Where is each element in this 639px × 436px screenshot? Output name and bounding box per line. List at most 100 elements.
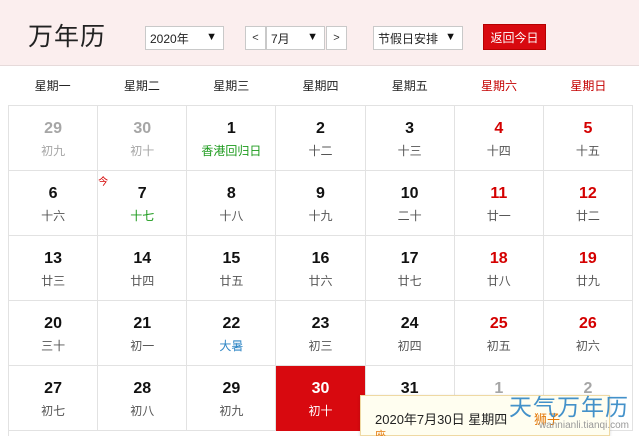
weekday-label: 星期五: [391, 79, 428, 93]
day-number: 25: [489, 315, 508, 332]
calendar-day-cell[interactable]: 18 廿八: [455, 236, 544, 301]
calendar-day-cell[interactable]: 12 廿二: [544, 171, 633, 236]
calendar-grid: 29 初九 30 初十 1 香港回归日 2 十二 3 十三 4 十四 5 十五 6 十六 今 7 十七 8 十八 9 十九 1…: [8, 106, 633, 436]
year-select-value: 2020年: [150, 31, 189, 46]
calendar-day-cell[interactable]: 25 初五: [455, 301, 544, 366]
calendar-day-cell[interactable]: 24 初四: [366, 301, 455, 366]
calendar-day-cell[interactable]: 1 香港回归日: [187, 106, 277, 171]
weekday-label: 星期一: [34, 79, 71, 93]
day-number: 10: [400, 185, 419, 202]
calendar-day-cell[interactable]: 27 初七: [9, 366, 99, 431]
day-number: 4: [494, 120, 504, 137]
calendar-day-cell[interactable]: 2 十二: [276, 106, 366, 171]
prev-month-button[interactable]: <: [245, 26, 266, 50]
calendar-day-cell[interactable]: 28 初八: [98, 366, 188, 431]
calendar-day-cell[interactable]: 20 三十: [9, 301, 99, 366]
day-number: 22: [222, 315, 241, 332]
calendar-day-cell[interactable]: 30 初十: [98, 106, 188, 171]
weekday-label: 星期六: [481, 79, 518, 93]
day-number: 29: [222, 380, 241, 397]
lunar-date: 廿九: [575, 274, 600, 288]
calendar-day-cell[interactable]: 6 十六: [9, 171, 99, 236]
popup-zodiac-suffix: 座: [375, 430, 386, 436]
day-number: 29: [44, 120, 62, 137]
day-number: 1: [226, 120, 236, 137]
lunar-date: 十三: [397, 144, 422, 158]
next-month-button[interactable]: >: [326, 26, 347, 50]
calendar-day-cell[interactable]: 29 初九: [9, 106, 99, 171]
lunar-date: 初十: [308, 404, 333, 418]
day-number: 7: [137, 185, 147, 202]
popup-date: 2020年7月30日 星期四: [375, 412, 508, 427]
day-number: 8: [226, 185, 236, 202]
calendar-day-cell[interactable]: 4 十四: [455, 106, 544, 171]
month-select-value: 7月: [271, 31, 290, 46]
day-number: 26: [579, 315, 597, 332]
day-number: 14: [133, 250, 152, 267]
lunar-date: 初五: [486, 339, 511, 353]
calendar-day-cell[interactable]: 30 初十: [276, 366, 366, 431]
lunar-date: 廿四: [130, 274, 155, 288]
day-number: 24: [400, 315, 419, 332]
day-number: 30: [311, 380, 330, 397]
day-number: 2: [316, 120, 325, 137]
day-number: 23: [311, 315, 330, 332]
weekday-label: 星期二: [123, 79, 160, 93]
day-number: 30: [133, 120, 152, 137]
day-number: 12: [579, 185, 597, 202]
day-number: 17: [400, 250, 419, 267]
calendar-day-cell[interactable]: 8 十八: [187, 171, 277, 236]
lunar-date: 初八: [130, 404, 155, 418]
day-number: 19: [579, 250, 597, 267]
lunar-date: 初九: [41, 144, 66, 158]
calendar-day-cell[interactable]: 今 7 十七: [98, 171, 188, 236]
calendar-day-cell[interactable]: 3 十三: [366, 106, 455, 171]
calendar-day-cell[interactable]: 29 初九: [187, 366, 277, 431]
lunar-date: 大暑: [219, 339, 244, 353]
lunar-date: 廿六: [308, 274, 333, 288]
lunar-date: 十四: [486, 144, 511, 158]
day-number: 3: [405, 120, 415, 137]
lunar-date: 十五: [575, 144, 600, 158]
lunar-date: 初六: [575, 339, 600, 353]
day-number: 11: [490, 185, 508, 202]
lunar-date: 二十: [397, 209, 422, 223]
chevron-down-icon: ▼: [206, 31, 217, 43]
lunar-date: 初七: [41, 404, 66, 418]
month-select[interactable]: 7月 ▼: [266, 26, 325, 50]
calendar-day-cell[interactable]: 13 廿三: [9, 236, 99, 301]
calendar-day-cell[interactable]: 16 廿六: [276, 236, 366, 301]
holiday-select[interactable]: 节假日安排 ▼: [373, 26, 463, 50]
lunar-date: 香港回归日: [201, 144, 262, 158]
calendar-day-cell[interactable]: 19 廿九: [544, 236, 633, 301]
calendar-day-cell[interactable]: 5 十五: [544, 106, 633, 171]
day-number: 20: [44, 315, 62, 332]
day-number: 9: [316, 185, 325, 202]
day-number: 6: [48, 185, 58, 202]
lunar-date: 初三: [308, 339, 333, 353]
lunar-date: 十二: [308, 144, 333, 158]
day-number: 16: [311, 250, 330, 267]
calendar-day-cell[interactable]: 23 初三: [276, 301, 366, 366]
calendar-day-cell[interactable]: 11 廿一: [455, 171, 544, 236]
day-number: 18: [489, 250, 508, 267]
lunar-date: 十七: [130, 209, 155, 223]
calendar-day-cell[interactable]: 14 廿四: [98, 236, 188, 301]
calendar-day-cell[interactable]: 9 十九: [276, 171, 366, 236]
today-marker: 今: [98, 177, 109, 188]
calendar-day-cell[interactable]: 10 二十: [366, 171, 455, 236]
calendar-day-cell[interactable]: 15 廿五: [187, 236, 277, 301]
calendar-day-cell[interactable]: 17 廿七: [366, 236, 455, 301]
calendar-day-cell[interactable]: 26 初六: [544, 301, 633, 366]
day-number: 21: [133, 315, 152, 332]
year-select[interactable]: 2020年 ▼: [145, 26, 224, 50]
lunar-date: 廿一: [486, 209, 511, 223]
calendar-day-cell[interactable]: 21 初一: [98, 301, 188, 366]
calendar-day-cell[interactable]: 22 大暑: [187, 301, 277, 366]
back-to-today-button[interactable]: 返回今日: [483, 24, 546, 50]
calendar-week-row: 6 十六 今 7 十七 8 十八 9 十九 10 二十 11 廿一 12 廿二: [9, 171, 633, 236]
weekday-label: 星期三: [213, 79, 250, 93]
lunar-date: 初十: [130, 144, 155, 158]
day-number: 27: [44, 380, 62, 397]
lunar-date: 十六: [41, 209, 66, 223]
